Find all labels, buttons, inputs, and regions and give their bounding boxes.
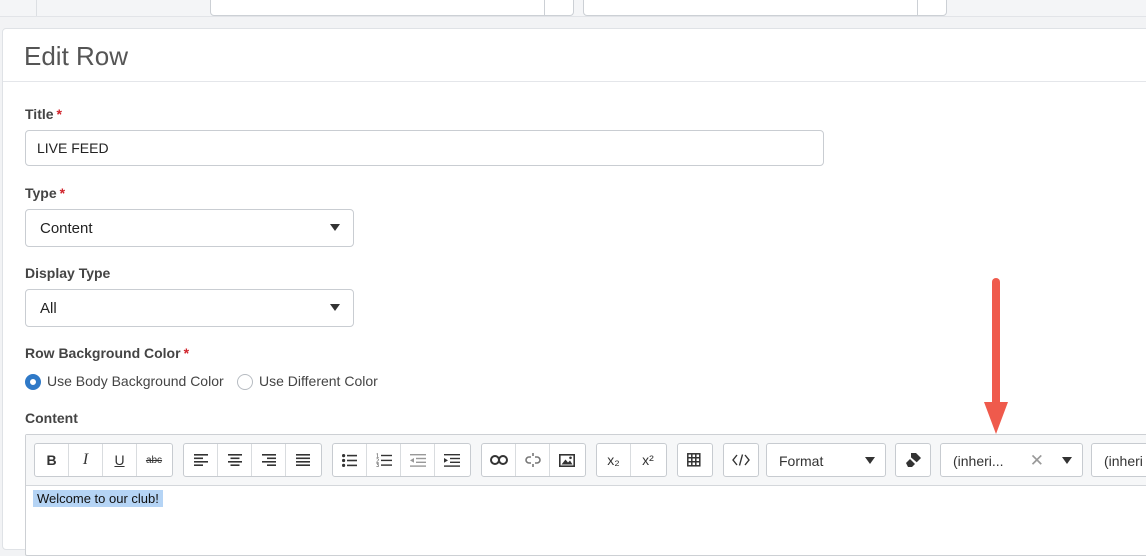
align-justify-button[interactable] <box>286 444 320 476</box>
align-center-button[interactable] <box>218 444 252 476</box>
editor-toolbar: B I U abc 1 2 3 x₂ x² Format (inheri... … <box>26 435 1146 486</box>
align-right-button[interactable] <box>252 444 286 476</box>
link-group <box>481 443 586 477</box>
script-group: x₂ x² <box>596 443 667 477</box>
numbered-list-icon: 123 <box>376 454 392 467</box>
display-type-select-value: All <box>40 300 57 317</box>
align-justify-icon <box>296 454 310 466</box>
radio-use-body-background-label[interactable]: Use Body Background Color <box>47 373 224 389</box>
remove-format-icon <box>905 453 921 467</box>
font-family-select-value: (inheri... <box>953 453 1004 469</box>
font-size-select[interactable]: (inheri <box>1091 443 1146 477</box>
top-bar-strip <box>0 0 37 16</box>
text-style-group: B I U abc <box>34 443 173 477</box>
panel-header: Edit Row <box>3 29 1146 82</box>
indent-button[interactable] <box>435 444 469 476</box>
radio-use-different-color-label[interactable]: Use Different Color <box>259 373 378 389</box>
subscript-button[interactable]: x₂ <box>597 444 631 476</box>
italic-button[interactable]: I <box>69 444 103 476</box>
chevron-down-icon <box>330 304 340 311</box>
table-group <box>677 443 713 477</box>
align-left-icon <box>193 454 208 466</box>
numbered-list-button[interactable]: 123 <box>367 444 401 476</box>
align-left-button[interactable] <box>184 444 218 476</box>
top-filter-control-1[interactable] <box>210 0 574 16</box>
chevron-down-icon <box>330 224 340 231</box>
title-input[interactable]: LIVE FEED <box>25 130 824 166</box>
top-bar <box>0 0 1146 17</box>
radio-use-different-color[interactable] <box>237 374 253 390</box>
unlink-icon <box>524 453 541 467</box>
edit-row-panel: Edit Row Title * LIVE FEED Type * Content … <box>2 28 1146 556</box>
chevron-down-icon <box>865 457 875 464</box>
source-group <box>723 443 759 477</box>
annotation-arrow <box>984 278 1008 434</box>
source-code-icon <box>732 454 750 466</box>
clear-icon[interactable]: ✕ <box>1030 451 1044 471</box>
required-marker: * <box>56 106 62 122</box>
svg-text:3: 3 <box>376 463 379 467</box>
list-group: 123 <box>332 443 471 477</box>
font-size-select-value: (inheri <box>1104 453 1143 469</box>
clear-format-group <box>895 443 931 477</box>
alignment-group <box>183 443 322 477</box>
indent-icon <box>444 453 460 467</box>
underline-button[interactable]: U <box>103 444 137 476</box>
display-type-select[interactable]: All <box>25 289 354 327</box>
font-family-select[interactable]: (inheri... ✕ <box>940 443 1083 477</box>
link-button[interactable] <box>482 444 516 476</box>
type-select[interactable]: Content <box>25 209 354 247</box>
editor-content-text[interactable]: Welcome to our club! <box>33 490 163 507</box>
bulleted-list-icon <box>342 453 357 467</box>
align-right-icon <box>261 454 276 466</box>
link-icon <box>489 455 508 465</box>
title-label: Title * <box>25 106 62 122</box>
table-icon <box>687 452 701 467</box>
display-type-label: Display Type <box>25 265 111 281</box>
image-icon <box>559 453 575 467</box>
page-title: Edit Row <box>24 41 129 71</box>
row-background-label: Row Background Color * <box>25 345 190 361</box>
format-select[interactable]: Format <box>766 443 886 477</box>
type-select-value: Content <box>40 220 93 237</box>
top-filter-control-2[interactable] <box>583 0 947 16</box>
format-select-value: Format <box>779 453 824 469</box>
strikethrough-button[interactable]: abc <box>137 444 171 476</box>
outdent-icon <box>409 453 426 467</box>
remove-format-button[interactable] <box>896 444 930 476</box>
source-code-button[interactable] <box>724 444 758 476</box>
chevron-down-icon <box>1062 457 1072 464</box>
align-center-icon <box>227 454 242 466</box>
content-label: Content <box>25 410 78 426</box>
radio-use-body-background[interactable] <box>25 374 41 390</box>
required-marker: * <box>183 345 190 361</box>
superscript-button[interactable]: x² <box>631 444 665 476</box>
table-button[interactable] <box>678 444 712 476</box>
type-label: Type * <box>25 185 66 201</box>
bulleted-list-button[interactable] <box>333 444 367 476</box>
unlink-button[interactable] <box>516 444 550 476</box>
bold-button[interactable]: B <box>35 444 69 476</box>
required-marker: * <box>59 185 66 201</box>
image-button[interactable] <box>550 444 584 476</box>
outdent-button[interactable] <box>401 444 435 476</box>
